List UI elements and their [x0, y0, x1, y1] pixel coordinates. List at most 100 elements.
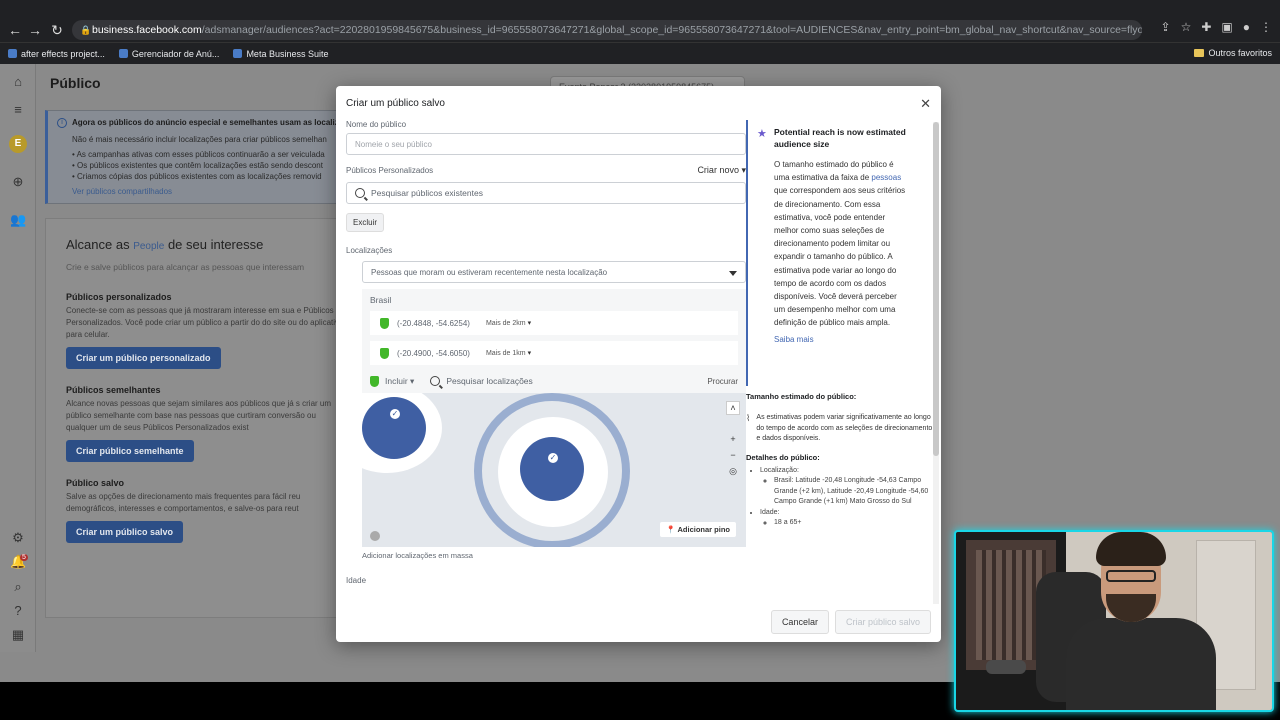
help-icon[interactable]: ?: [10, 603, 26, 619]
reach-text: O tamanho estimado do público é uma esti…: [774, 158, 910, 330]
map-pin-icon: ✓: [548, 453, 558, 463]
include-dropdown[interactable]: Incluir ▾: [385, 376, 414, 387]
section-text: Salve as opções de direcionamento mais f…: [66, 492, 301, 513]
star-icon: ★: [757, 128, 767, 140]
heading-text: Alcance as: [66, 237, 134, 252]
extensions-icon[interactable]: ✚: [1201, 20, 1211, 34]
search-icon: [355, 188, 365, 198]
folder-icon: [1194, 49, 1205, 57]
search-icon[interactable]: ⌕: [10, 579, 26, 595]
section-lookalike: Públicos semelhantes Alcance novas pesso…: [66, 385, 344, 478]
address-bar[interactable]: 🔒 business.facebook.com/adsmanager/audie…: [72, 20, 1142, 40]
create-saved-audience-modal: Criar um público salvo ✕ Nome do público…: [336, 86, 941, 642]
map-pin-icon: ✓: [390, 409, 400, 419]
location-row[interactable]: (-20.4848, -54.6254) Mais de 2km: [370, 311, 738, 335]
audience-name-label: Nome do público: [346, 120, 407, 129]
modal-footer: Cancelar Criar público salvo: [770, 610, 931, 634]
add-icon[interactable]: ⊕: [10, 174, 26, 190]
meta-icon: [233, 49, 243, 58]
section-saved: Público salvo Salve as opções de direcio…: [66, 478, 344, 559]
menu-icon[interactable]: ⋮: [1260, 20, 1272, 34]
profile-icon[interactable]: ●: [1243, 20, 1250, 34]
location-coords: (-20.4848, -54.6254): [397, 318, 470, 328]
shared-audiences-link[interactable]: Ver públicos compartilhados: [72, 186, 354, 197]
create-custom-audience-button[interactable]: Criar um público personalizado: [66, 347, 221, 369]
notice-bullet: • Os públicos existentes que contêm loca…: [72, 161, 323, 170]
location-type-value: Pessoas que moram ou estiveram recenteme…: [371, 268, 608, 277]
home-icon[interactable]: ⌂: [10, 74, 26, 90]
gear-icon[interactable]: ⚙: [10, 530, 26, 546]
sidepanel-icon[interactable]: ▣: [1221, 20, 1232, 34]
locate-icon[interactable]: ◎: [726, 465, 740, 479]
location-pin-icon: [380, 347, 389, 359]
location-type-dropdown[interactable]: Pessoas que moram ou estiveram recenteme…: [362, 261, 746, 283]
left-nav: ⌂ ≡ E ⊕ 👥 ⚙ 🔔 5 ⌕ ? ▦: [0, 64, 36, 652]
browser-toolbar: ← → ↻ 🔒 business.facebook.com/adsmanager…: [0, 0, 1280, 42]
webcam-person-body: [1066, 618, 1216, 710]
create-saved-audience-submit[interactable]: Criar público salvo: [834, 610, 931, 634]
bookmark-label: Gerenciador de Anú...: [131, 48, 220, 59]
scroll-thumb[interactable]: [933, 122, 939, 456]
cancel-button[interactable]: Cancelar: [770, 610, 829, 634]
page-title: Público: [50, 75, 101, 91]
signal-icon: ⌇: [746, 413, 751, 423]
audience-name-input[interactable]: Nomeie o seu público: [346, 133, 746, 155]
radius-circle: [362, 397, 426, 459]
people-link[interactable]: pessoas: [871, 173, 901, 182]
radius-circle: [520, 437, 584, 501]
audience-icon[interactable]: 👥: [10, 212, 26, 228]
report-icon[interactable]: ▦: [10, 627, 26, 643]
location-search-input[interactable]: Pesquisar localizações: [446, 376, 532, 386]
radius-dropdown[interactable]: Mais de 2km: [486, 319, 531, 327]
include-label: Incluir: [385, 375, 408, 386]
share-icon[interactable]: ⇪: [1161, 20, 1171, 34]
close-icon[interactable]: ✕: [920, 96, 931, 112]
add-pin-label: Adicionar pino: [677, 525, 731, 534]
modal-scrollbar[interactable]: [933, 122, 939, 604]
create-lookalike-button[interactable]: Criar público semelhante: [66, 440, 194, 462]
estimate-note-text: As estimativas podem variar significativ…: [756, 414, 933, 442]
create-new-dropdown[interactable]: Criar novo ▾: [697, 165, 746, 176]
reload-icon[interactable]: ↻: [46, 20, 68, 40]
bulk-locations-link[interactable]: Adicionar localizações em massa: [362, 551, 746, 560]
search-placeholder: Pesquisar públicos existentes: [371, 188, 483, 198]
webcam-overlay: [954, 530, 1274, 712]
section-text: Conecte-se com as pessoas que já mostrar…: [66, 306, 344, 339]
location-row[interactable]: (-20.4900, -54.6050) Mais de 1km: [370, 341, 738, 365]
modal-form: Nome do público Nomeie o seu público Púb…: [346, 120, 746, 604]
add-pin-button[interactable]: 📍 Adicionar pino: [660, 522, 736, 537]
details-location-label: Localização:: [760, 466, 799, 474]
modal-title: Criar um público salvo: [346, 98, 445, 109]
browse-button[interactable]: Procurar: [707, 377, 738, 386]
location-map[interactable]: ✓ ✓ ˄ + − ◎ 📍 Adicionar pino: [362, 393, 746, 547]
zoom-out-icon[interactable]: −: [726, 449, 740, 463]
exclude-button[interactable]: Excluir: [346, 213, 385, 232]
estimate-note: ⌇ As estimativas podem variar significat…: [746, 413, 936, 445]
bookmark-star-icon[interactable]: ☆: [1181, 20, 1192, 34]
zoom-in-icon[interactable]: +: [726, 433, 740, 447]
webcam-object: [986, 660, 1026, 674]
create-saved-audience-button[interactable]: Criar um público salvo: [66, 521, 184, 543]
heading-people: People: [133, 241, 165, 252]
country-label: Brasil: [370, 295, 392, 305]
avatar[interactable]: E: [9, 135, 27, 153]
location-search-bar: Incluir ▾ Pesquisar localizações Procura…: [362, 369, 746, 393]
map-info-icon[interactable]: [370, 531, 380, 541]
details-title: Detalhes do público:: [746, 452, 820, 462]
other-bookmarks[interactable]: Outros favoritos: [1194, 48, 1272, 58]
forward-icon[interactable]: →: [24, 20, 46, 40]
collapse-map-icon[interactable]: ˄: [726, 401, 740, 415]
meta-icon: [118, 49, 128, 58]
back-icon[interactable]: ←: [4, 20, 26, 40]
extension-bar: ⇪ ☆ ✚ ▣ ● ⋮: [1161, 20, 1272, 34]
bookmark-item[interactable]: after effects project...: [8, 49, 105, 59]
custom-audience-search[interactable]: Pesquisar públicos existentes: [346, 182, 746, 204]
radius-dropdown[interactable]: Mais de 1km: [486, 349, 531, 357]
hamburger-menu-icon[interactable]: ≡: [10, 102, 26, 118]
learn-more-link[interactable]: Saiba mais: [774, 335, 910, 344]
bookmark-item[interactable]: Gerenciador de Anú...: [118, 48, 220, 59]
audience-intro-card: Alcance as People de seu interesse Crie …: [45, 218, 365, 618]
bookmark-item[interactable]: Meta Business Suite: [233, 49, 328, 59]
card-subtitle: Crie e salve públicos para alcançar as p…: [66, 262, 305, 272]
bookmark-icon: [8, 49, 17, 58]
